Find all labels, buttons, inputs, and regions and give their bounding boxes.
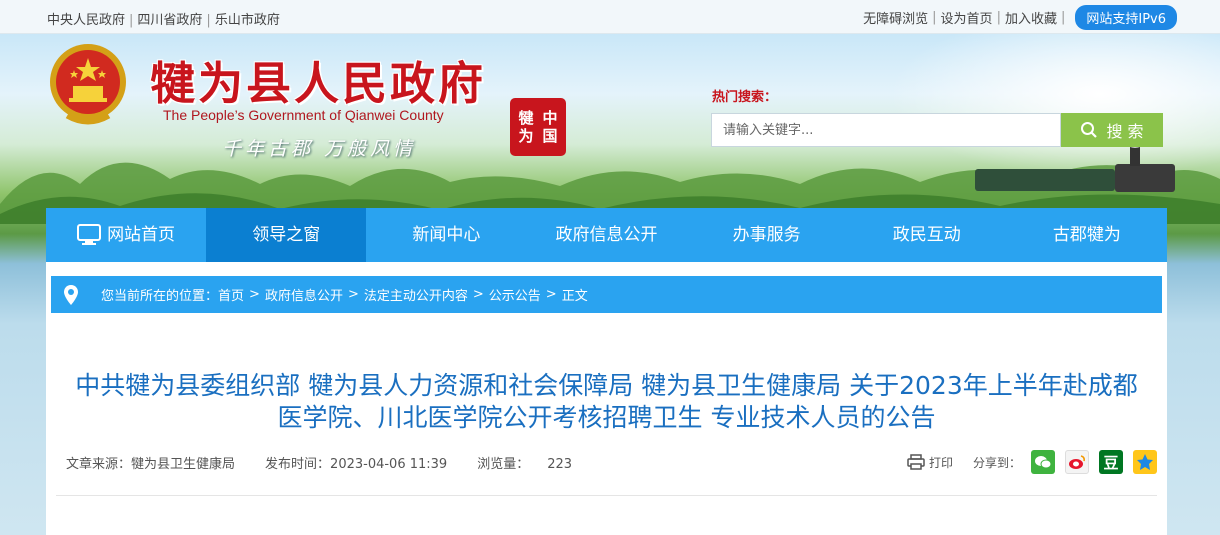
seal-char: 犍 — [518, 109, 534, 127]
wechat-icon[interactable] — [1031, 450, 1055, 474]
print-button[interactable]: 打印 — [907, 454, 953, 471]
nav-item-label: 新闻中心 — [412, 225, 481, 245]
breadcrumb-current: 正文 — [561, 289, 588, 304]
link-central-gov[interactable]: 中央人民政府 — [47, 13, 125, 28]
qzone-icon[interactable] — [1133, 450, 1157, 474]
top-links-left: 中央人民政府 | 四川省政府 | 乐山市政府 — [47, 9, 280, 28]
separator: | — [1060, 10, 1066, 25]
top-links-right: 无障碍浏览 | 设为首页 | 加入收藏 | 网站支持IPv6 — [863, 5, 1177, 30]
link-add-favorite[interactable]: 加入收藏 — [1005, 8, 1057, 27]
nav-item-qianwei[interactable]: 古郡犍为 — [1007, 208, 1167, 262]
link-accessibility[interactable]: 无障碍浏览 — [863, 8, 928, 27]
separator: | — [206, 13, 211, 28]
site-title: 犍为县人民政府 — [150, 57, 487, 110]
article-title-line: 中共犍为县委组织部 犍为县人力资源和社会保障局 犍为县卫生健康局 关于2023年… — [75, 371, 1138, 400]
nav-item-interaction[interactable]: 政民互动 — [847, 208, 1007, 262]
seal-char: 为 — [518, 127, 534, 145]
main-nav: 网站首页 领导之窗 新闻中心 政府信息公开 办事服务 政民互动 古郡犍为 — [46, 208, 1167, 262]
separator: | — [129, 13, 134, 28]
site-subtitle: The People’s Government of Qianwei Count… — [163, 107, 444, 123]
search-input[interactable] — [711, 113, 1061, 147]
nav-item-leaders[interactable]: 领导之窗 — [206, 208, 367, 262]
link-set-homepage[interactable]: 设为首页 — [941, 8, 993, 27]
divider — [56, 495, 1157, 496]
nav-item-label: 政府信息公开 — [555, 225, 658, 245]
breadcrumb-gov-info[interactable]: 政府信息公开 — [265, 285, 343, 304]
nav-item-label: 古郡犍为 — [1052, 225, 1121, 245]
link-sichuan-gov[interactable]: 四川省政府 — [137, 13, 202, 28]
content-card: 您当前所在的位置： 首页 > 政府信息公开 > 法定主动公开内容 > 公示公告 … — [46, 262, 1167, 535]
douban-icon[interactable]: 豆 — [1099, 450, 1123, 474]
article-views: 浏览量： 223 — [477, 453, 572, 472]
time-label: 发布时间： — [265, 457, 331, 472]
breadcrumb: 您当前所在的位置： 首页 > 政府信息公开 > 法定主动公开内容 > 公示公告 … — [51, 276, 1162, 313]
breadcrumb-separator: > — [347, 287, 359, 302]
breadcrumb-home[interactable]: 首页 — [218, 285, 244, 304]
nav-item-label: 网站首页 — [107, 225, 176, 245]
separator: | — [932, 10, 937, 25]
separator: | — [996, 10, 1001, 25]
nav-item-label: 办事服务 — [732, 225, 801, 245]
search-button-label: 搜 索 — [1106, 122, 1144, 141]
source-label: 文章来源： — [66, 457, 132, 472]
top-bar: 中央人民政府 | 四川省政府 | 乐山市政府 无障碍浏览 | 设为首页 | 加入收藏 | 网站支持I… — [0, 0, 1220, 34]
site-slogan: 千年古郡 万般风情 — [222, 138, 417, 160]
breadcrumb-separator: > — [545, 287, 557, 302]
breadcrumb-notices[interactable]: 公示公告 — [489, 285, 541, 304]
monitor-icon — [77, 224, 102, 245]
location-pin-icon — [64, 284, 78, 305]
seal-char: 中 — [542, 109, 558, 127]
views-value: 223 — [547, 457, 573, 472]
nav-item-news[interactable]: 新闻中心 — [366, 208, 526, 262]
search-button[interactable]: 搜 索 — [1061, 113, 1163, 147]
seal-char: 国 — [542, 127, 558, 145]
search-icon — [1081, 122, 1098, 138]
nav-item-home[interactable]: 网站首页 — [46, 208, 206, 262]
article-title: 中共犍为县委组织部 犍为县人力资源和社会保障局 犍为县卫生健康局 关于2023年… — [56, 370, 1157, 434]
nav-item-label: 政民互动 — [892, 225, 961, 245]
article-source: 文章来源：犍为县卫生健康局 — [66, 453, 235, 472]
nav-item-services[interactable]: 办事服务 — [687, 208, 847, 262]
breadcrumb-separator: > — [472, 287, 484, 302]
article-time: 发布时间：2023-04-06 11:39 — [265, 453, 447, 472]
weibo-icon[interactable] — [1065, 450, 1089, 474]
print-label: 打印 — [928, 455, 953, 470]
views-label: 浏览量： — [477, 457, 530, 472]
nav-item-gov-info[interactable]: 政府信息公开 — [526, 208, 686, 262]
ipv6-badge[interactable]: 网站支持IPv6 — [1075, 5, 1177, 30]
breadcrumb-prefix: 您当前所在的位置： — [101, 289, 219, 304]
seal-stamp: 犍 中 为 国 — [510, 98, 566, 156]
article-meta: 文章来源：犍为县卫生健康局 发布时间：2023-04-06 11:39 浏览量：… — [66, 453, 572, 472]
nav-item-label: 领导之窗 — [252, 225, 321, 245]
link-leshan-gov[interactable]: 乐山市政府 — [215, 13, 280, 28]
hot-search-label: 热门搜索： — [712, 90, 778, 105]
share-label: 分享到： — [972, 455, 1021, 470]
article-tools: 打印 分享到： 豆 — [907, 450, 1157, 474]
source-value: 犍为县卫生健康局 — [131, 457, 236, 472]
article-title-line: 医学院、川北医学院公开考核招聘卫生 专业技术人员的公告 — [277, 403, 936, 432]
breadcrumb-separator: > — [249, 287, 260, 302]
printer-icon — [907, 454, 925, 470]
breadcrumb-mandatory[interactable]: 法定主动公开内容 — [364, 285, 468, 304]
time-value: 2023-04-06 11:39 — [330, 457, 448, 472]
national-emblem-icon — [50, 44, 126, 125]
